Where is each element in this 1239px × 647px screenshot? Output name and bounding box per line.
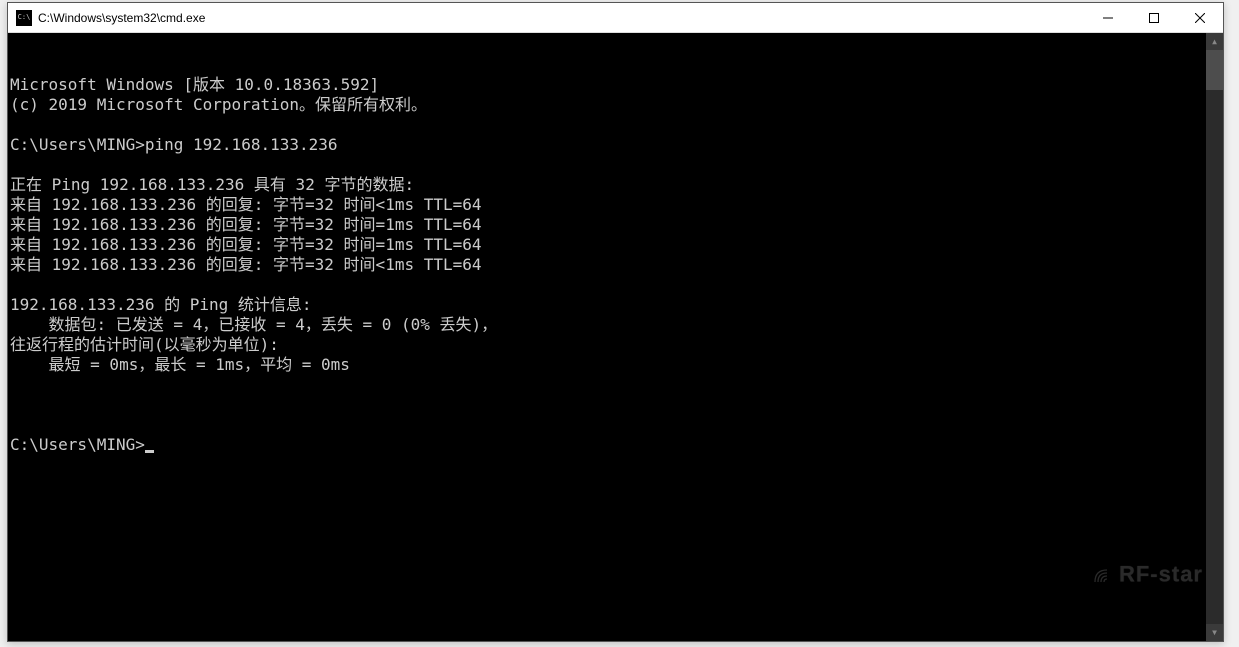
console-line xyxy=(10,115,1223,135)
console-output: Microsoft Windows [版本 10.0.18363.592](c)… xyxy=(10,75,1223,395)
scroll-track[interactable] xyxy=(1206,50,1223,624)
console-line: 正在 Ping 192.168.133.236 具有 32 字节的数据: xyxy=(10,175,1223,195)
cursor xyxy=(145,450,154,453)
scroll-up-button[interactable]: ▲ xyxy=(1206,33,1223,50)
maximize-icon xyxy=(1149,13,1159,23)
watermark-icon xyxy=(1034,542,1115,609)
console-line: 最短 = 0ms，最长 = 1ms，平均 = 0ms xyxy=(10,355,1223,375)
console-line: C:\Users\MING>ping 192.168.133.236 xyxy=(10,135,1223,155)
scroll-down-button[interactable]: ▼ xyxy=(1206,624,1223,641)
console-line: 来自 192.168.133.236 的回复: 字节=32 时间=1ms TTL… xyxy=(10,215,1223,235)
console-line: 来自 192.168.133.236 的回复: 字节=32 时间<1ms TTL… xyxy=(10,255,1223,275)
watermark-text: RF-star xyxy=(1119,561,1203,586)
titlebar[interactable]: C:\Windows\system32\cmd.exe xyxy=(8,3,1223,33)
console-line: Microsoft Windows [版本 10.0.18363.592] xyxy=(10,75,1223,95)
console-line: (c) 2019 Microsoft Corporation。保留所有权利。 xyxy=(10,95,1223,115)
console-line: 来自 192.168.133.236 的回复: 字节=32 时间=1ms TTL… xyxy=(10,235,1223,255)
window-title: C:\Windows\system32\cmd.exe xyxy=(38,11,1085,25)
watermark: RF-star xyxy=(991,522,1203,629)
console-line xyxy=(10,375,1223,395)
close-icon xyxy=(1195,13,1205,23)
window-controls xyxy=(1085,3,1223,32)
close-button[interactable] xyxy=(1177,3,1223,32)
console-line: 来自 192.168.133.236 的回复: 字节=32 时间<1ms TTL… xyxy=(10,195,1223,215)
prompt-line: C:\Users\MING> xyxy=(10,435,1223,455)
prompt-text: C:\Users\MING> xyxy=(10,435,145,455)
console-line xyxy=(10,275,1223,295)
maximize-button[interactable] xyxy=(1131,3,1177,32)
cmd-icon xyxy=(16,10,32,26)
minimize-icon xyxy=(1103,13,1113,23)
minimize-button[interactable] xyxy=(1085,3,1131,32)
cmd-window: C:\Windows\system32\cmd.exe Microsoft Wi… xyxy=(7,2,1224,642)
console-line: 192.168.133.236 的 Ping 统计信息: xyxy=(10,295,1223,315)
scrollbar[interactable]: ▲ ▼ xyxy=(1206,33,1223,641)
scroll-thumb[interactable] xyxy=(1206,50,1223,90)
console-line: 数据包: 已发送 = 4，已接收 = 4，丢失 = 0 (0% 丢失)， xyxy=(10,315,1223,335)
console-line xyxy=(10,155,1223,175)
console-area[interactable]: Microsoft Windows [版本 10.0.18363.592](c)… xyxy=(8,33,1223,641)
console-line: 往返行程的估计时间(以毫秒为单位): xyxy=(10,335,1223,355)
